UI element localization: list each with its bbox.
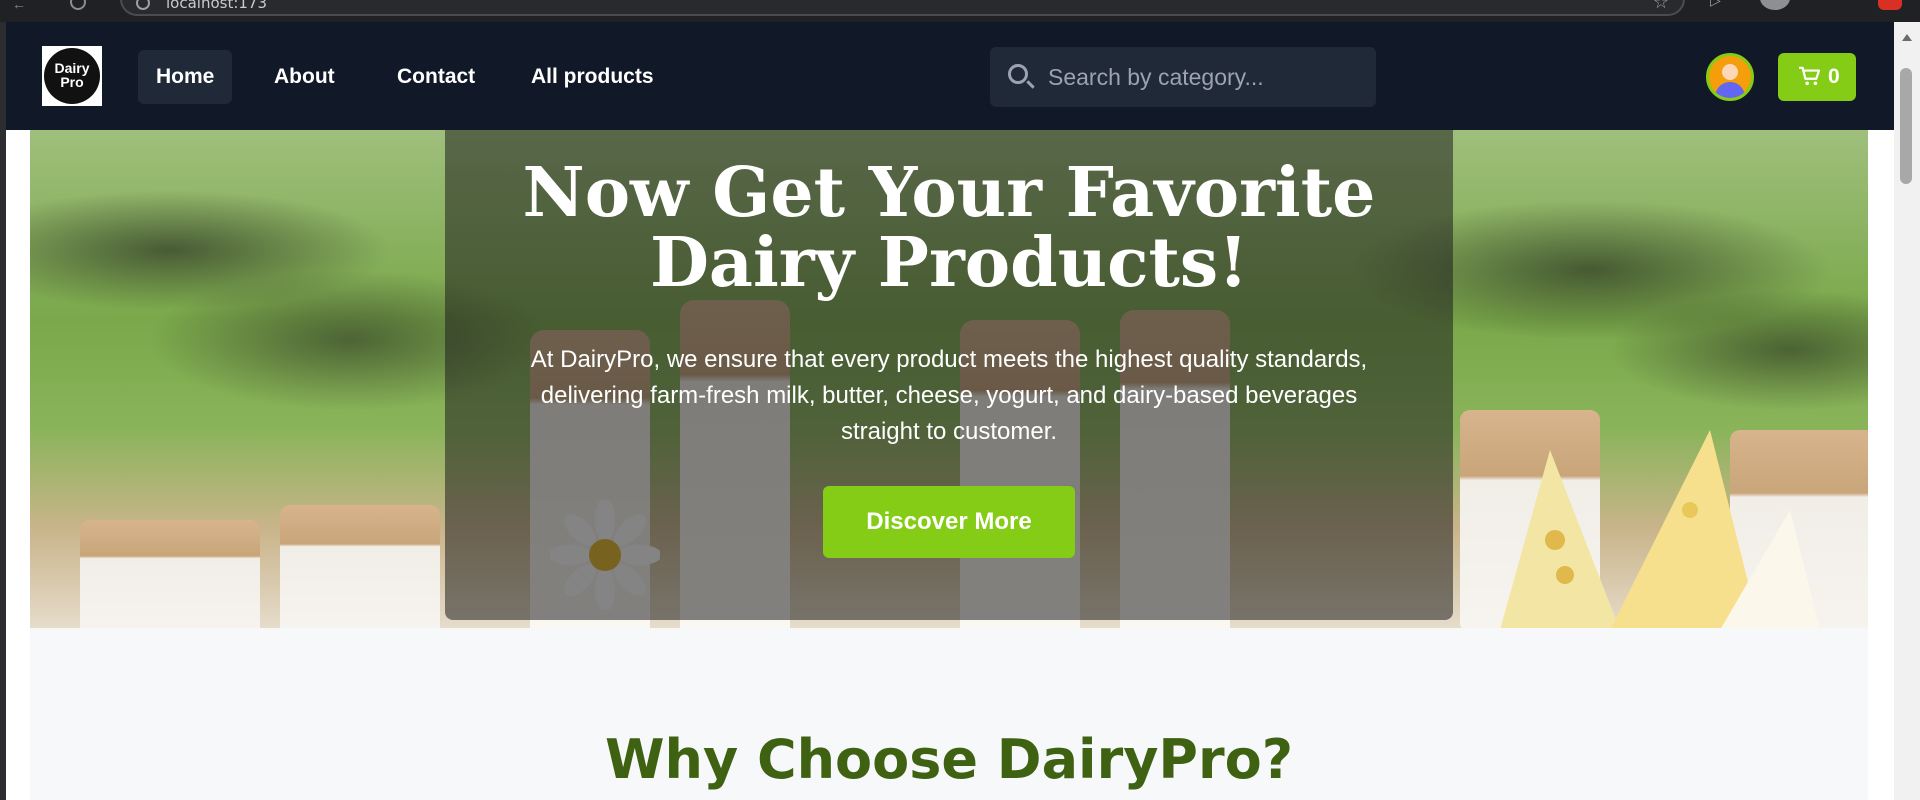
extension-icon[interactable]: ▷: [1710, 0, 1726, 8]
info-icon[interactable]: [136, 0, 150, 10]
logo-text: Dairy Pro: [44, 48, 100, 104]
browser-toolbar: ← localhost:173 ☆ ▷: [0, 0, 1920, 22]
star-icon[interactable]: ☆: [1653, 0, 1669, 13]
scroll-thumb[interactable]: [1900, 68, 1912, 184]
nav-about[interactable]: About: [256, 50, 353, 104]
user-avatar[interactable]: [1706, 53, 1754, 101]
hero-overlay: Now Get Your Favorite Dairy Products! At…: [445, 130, 1453, 620]
hero-description: At DairyPro, we ensure that every produc…: [530, 346, 1368, 445]
hero-banner: Now Get Your Favorite Dairy Products! At…: [30, 130, 1868, 628]
scroll-up-icon[interactable]: [1902, 34, 1912, 41]
search-input[interactable]: [1048, 47, 1358, 107]
page-viewport: Dairy Pro Home About Contact All product…: [6, 22, 1894, 800]
nav-all-products[interactable]: All products: [513, 50, 672, 104]
nav-contact[interactable]: Contact: [379, 50, 493, 104]
address-bar[interactable]: localhost:173 ☆: [120, 0, 1685, 16]
search-box[interactable]: [990, 47, 1376, 107]
cart-button[interactable]: 0: [1778, 53, 1856, 101]
logo[interactable]: Dairy Pro: [42, 46, 102, 106]
avatar-body: [1715, 82, 1745, 98]
discover-more-button[interactable]: Discover More: [823, 486, 1075, 558]
cart-count: 0: [1828, 65, 1840, 88]
cheese-image: [1500, 430, 1820, 628]
cart-icon: [1799, 66, 1820, 86]
notification-badge[interactable]: [1878, 0, 1902, 10]
hero-title: Now Get Your Favorite Dairy Products!: [522, 153, 1376, 303]
navbar: Dairy Pro Home About Contact All product…: [6, 22, 1894, 130]
back-icon[interactable]: ←: [12, 0, 26, 12]
why-choose-section: Why Choose DairyPro?: [30, 628, 1868, 800]
jar-image: [80, 520, 260, 628]
profile-icon[interactable]: [1760, 0, 1790, 10]
jar-image: [280, 505, 440, 628]
search-icon: [1008, 64, 1028, 84]
reload-icon[interactable]: [70, 0, 86, 10]
nav-home[interactable]: Home: [138, 50, 233, 104]
url-text[interactable]: localhost:173: [166, 0, 267, 12]
page-scrollbar[interactable]: [1894, 22, 1920, 800]
avatar-head: [1722, 64, 1738, 80]
section-heading: Why Choose DairyPro?: [604, 728, 1294, 791]
